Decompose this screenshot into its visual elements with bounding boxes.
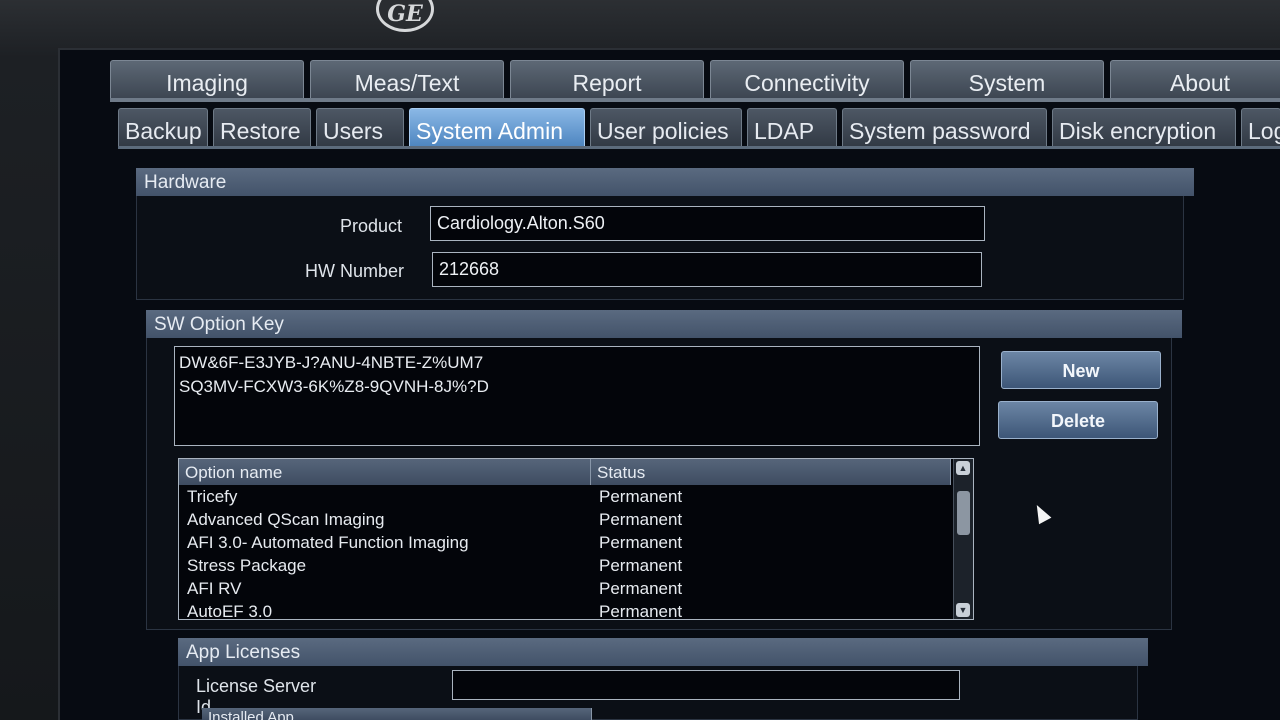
table-scrollbar[interactable]: ▲ ▼ bbox=[953, 459, 973, 619]
subtab-log[interactable]: Log bbox=[1241, 108, 1280, 146]
table-row[interactable]: Tricefy Permanent bbox=[179, 485, 973, 508]
option-name-cell: Advanced QScan Imaging bbox=[187, 510, 385, 529]
hw-number-field[interactable]: 212668 bbox=[432, 252, 982, 287]
app-licenses-header: App Licenses bbox=[178, 638, 1148, 666]
column-status[interactable]: Status bbox=[591, 459, 951, 485]
status-cell: Permanent bbox=[599, 556, 683, 575]
option-name-cell: AFI RV bbox=[187, 579, 242, 598]
tab-imaging[interactable]: Imaging bbox=[110, 60, 304, 100]
table-row[interactable]: AutoEF 3.0 Permanent bbox=[179, 600, 973, 620]
main-tab-underline bbox=[110, 98, 1280, 102]
status-cell: Permanent bbox=[599, 487, 683, 506]
subtab-backup[interactable]: Backup bbox=[118, 108, 208, 146]
column-installed-app[interactable]: Installed App bbox=[202, 708, 592, 720]
subtab-user-policies[interactable]: User policies bbox=[590, 108, 742, 146]
option-name-cell: Tricefy bbox=[187, 487, 238, 506]
tab-meas-text[interactable]: Meas/Text bbox=[310, 60, 504, 100]
status-cell: Permanent bbox=[599, 602, 683, 620]
table-row[interactable]: AFI 3.0- Automated Function Imaging Perm… bbox=[179, 531, 973, 554]
scroll-thumb[interactable] bbox=[957, 491, 970, 535]
tab-system[interactable]: System bbox=[910, 60, 1104, 100]
subtab-disk-encryption[interactable]: Disk encryption bbox=[1052, 108, 1236, 146]
hw-number-label: HW Number bbox=[304, 261, 404, 281]
option-key-line: DW&6F-E3JYB-J?ANU-4NBTE-Z%UM7 bbox=[179, 353, 484, 372]
sw-option-key-header: SW Option Key bbox=[146, 310, 1182, 338]
tab-about[interactable]: About bbox=[1110, 60, 1280, 100]
delete-button[interactable]: Delete bbox=[998, 401, 1158, 439]
main-tab-bar: Imaging Meas/Text Report Connectivity Sy… bbox=[110, 60, 1280, 100]
subtab-system-admin[interactable]: System Admin bbox=[409, 108, 585, 146]
option-table: Option name Status Tricefy Permanent Adv… bbox=[178, 458, 974, 620]
table-row[interactable]: Stress Package Permanent bbox=[179, 554, 973, 577]
table-row[interactable]: Advanced QScan Imaging Permanent bbox=[179, 508, 973, 531]
status-cell: Permanent bbox=[599, 579, 683, 598]
table-row[interactable]: AFI RV Permanent bbox=[179, 577, 973, 600]
option-name-cell: Stress Package bbox=[187, 556, 307, 575]
logo-lettering: GE bbox=[387, 1, 423, 27]
option-name-cell: AutoEF 3.0 bbox=[187, 602, 273, 620]
scroll-down-icon[interactable]: ▼ bbox=[956, 603, 970, 617]
status-cell: Permanent bbox=[599, 533, 683, 552]
status-cell: Permanent bbox=[599, 510, 683, 529]
hardware-header: Hardware bbox=[136, 168, 1194, 196]
subtab-ldap[interactable]: LDAP bbox=[747, 108, 837, 146]
subtab-system-password[interactable]: System password bbox=[842, 108, 1047, 146]
option-table-header: Option name Status bbox=[179, 459, 973, 485]
license-server-field[interactable] bbox=[452, 670, 960, 700]
sub-tab-underline bbox=[118, 146, 1280, 149]
column-option-name[interactable]: Option name bbox=[179, 459, 591, 485]
option-keys-box[interactable]: DW&6F-E3JYB-J?ANU-4NBTE-Z%UM7 SQ3MV-FCXW… bbox=[174, 346, 980, 446]
subtab-users[interactable]: Users bbox=[316, 108, 404, 146]
sub-tab-bar: Backup Restore Users System Admin User p… bbox=[118, 108, 1280, 148]
option-key-line: SQ3MV-FCXW3-6K%Z8-9QVNH-8J%?D bbox=[179, 377, 489, 396]
tab-connectivity[interactable]: Connectivity bbox=[710, 60, 904, 100]
scroll-up-icon[interactable]: ▲ bbox=[956, 461, 970, 475]
tab-report[interactable]: Report bbox=[510, 60, 704, 100]
product-field[interactable]: Cardiology.Alton.S60 bbox=[430, 206, 985, 241]
subtab-restore[interactable]: Restore bbox=[213, 108, 311, 146]
product-label: Product bbox=[339, 216, 402, 236]
new-button[interactable]: New bbox=[1001, 351, 1161, 389]
option-name-cell: AFI 3.0- Automated Function Imaging bbox=[187, 533, 469, 552]
